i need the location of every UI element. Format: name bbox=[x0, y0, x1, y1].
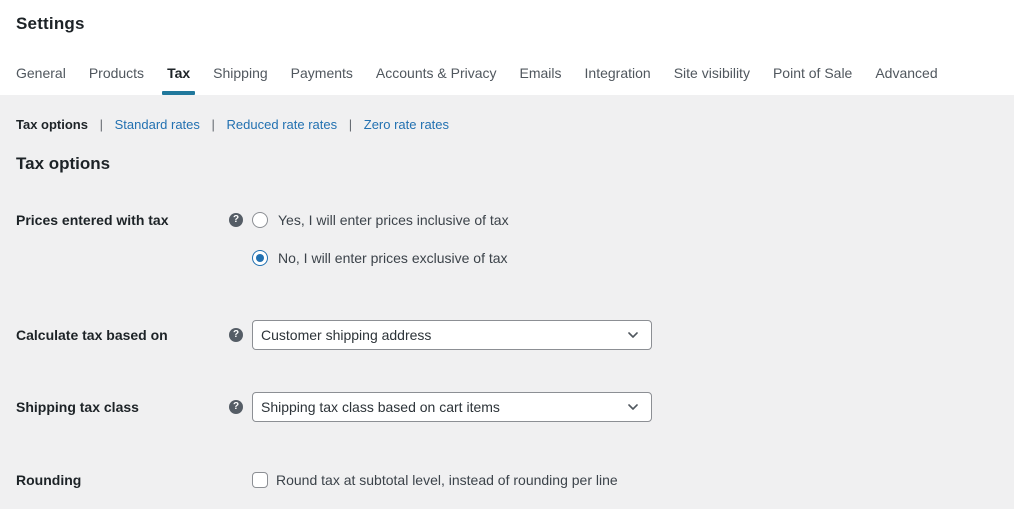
radio-label-prices-exclusive[interactable]: No, I will enter prices exclusive of tax bbox=[278, 248, 508, 268]
subnav-item-reduced-rate-rates[interactable]: Reduced rate rates bbox=[227, 117, 338, 132]
radio-option-row: ? Yes, I will enter prices inclusive of … bbox=[229, 210, 509, 230]
tab-point-of-sale[interactable]: Point of Sale bbox=[773, 65, 852, 95]
tab-shipping[interactable]: Shipping bbox=[213, 65, 268, 95]
subnav-item-standard-rates[interactable]: Standard rates bbox=[115, 117, 200, 132]
chevron-down-icon bbox=[625, 327, 641, 343]
prices-entered-radio-group: ? Yes, I will enter prices inclusive of … bbox=[229, 210, 509, 268]
section-heading: Tax options bbox=[16, 154, 111, 173]
help-icon[interactable]: ? bbox=[229, 328, 243, 342]
tab-advanced[interactable]: Advanced bbox=[875, 65, 937, 95]
settings-tabs: General Products Tax Shipping Payments A… bbox=[0, 65, 1014, 95]
checkbox-label-round-tax[interactable]: Round tax at subtotal level, instead of … bbox=[276, 470, 618, 490]
subnav-item-tax-options[interactable]: Tax options bbox=[16, 117, 88, 132]
select-selected-value: Customer shipping address bbox=[261, 327, 432, 343]
subnav-item-zero-rate-rates[interactable]: Zero rate rates bbox=[364, 117, 449, 132]
tab-payments[interactable]: Payments bbox=[291, 65, 353, 95]
tax-options-form: Prices entered with tax ? Yes, I will en… bbox=[16, 210, 998, 490]
tab-accounts-privacy[interactable]: Accounts & Privacy bbox=[376, 65, 497, 95]
radio-prices-exclusive[interactable] bbox=[252, 250, 268, 266]
field-label-calculate-tax-based-on: Calculate tax based on bbox=[16, 327, 168, 343]
select-selected-value: Shipping tax class based on cart items bbox=[261, 399, 500, 415]
radio-prices-inclusive[interactable] bbox=[252, 212, 268, 228]
shipping-tax-class-select[interactable]: Shipping tax class based on cart items bbox=[252, 392, 652, 422]
field-label-rounding: Rounding bbox=[16, 472, 82, 488]
help-icon[interactable]: ? bbox=[229, 213, 243, 227]
tab-tax[interactable]: Tax bbox=[162, 65, 196, 95]
admin-header: Settings bbox=[0, 0, 1014, 33]
form-row-calculate-tax-based-on: Calculate tax based on ? Customer shippi… bbox=[16, 320, 998, 350]
page-title: Settings bbox=[16, 14, 85, 33]
tab-integration[interactable]: Integration bbox=[585, 65, 651, 95]
subnav-separator: | bbox=[348, 117, 353, 132]
chevron-down-icon bbox=[625, 399, 641, 415]
form-row-prices-entered-with-tax: Prices entered with tax ? Yes, I will en… bbox=[16, 210, 998, 268]
tab-site-visibility[interactable]: Site visibility bbox=[674, 65, 750, 95]
round-tax-checkbox[interactable] bbox=[252, 472, 268, 488]
tab-products[interactable]: Products bbox=[89, 65, 144, 95]
field-label-shipping-tax-class: Shipping tax class bbox=[16, 399, 139, 415]
subnav-separator: | bbox=[211, 117, 215, 132]
radio-label-prices-inclusive[interactable]: Yes, I will enter prices inclusive of ta… bbox=[278, 210, 509, 230]
form-row-rounding: Rounding Round tax at subtotal level, in… bbox=[16, 470, 998, 490]
calculate-tax-based-on-select[interactable]: Customer shipping address bbox=[252, 320, 652, 350]
help-icon[interactable]: ? bbox=[229, 400, 243, 414]
tax-settings-content: Tax options | Standard rates | Reduced r… bbox=[0, 95, 1014, 509]
tab-emails[interactable]: Emails bbox=[520, 65, 562, 95]
field-label-prices-entered-with-tax: Prices entered with tax bbox=[16, 212, 169, 228]
radio-option-row: No, I will enter prices exclusive of tax bbox=[229, 248, 509, 268]
tab-general[interactable]: General bbox=[16, 65, 66, 95]
form-row-shipping-tax-class: Shipping tax class ? Shipping tax class … bbox=[16, 392, 998, 422]
subnav-separator: | bbox=[99, 117, 103, 132]
tax-subnav: Tax options | Standard rates | Reduced r… bbox=[16, 117, 998, 133]
